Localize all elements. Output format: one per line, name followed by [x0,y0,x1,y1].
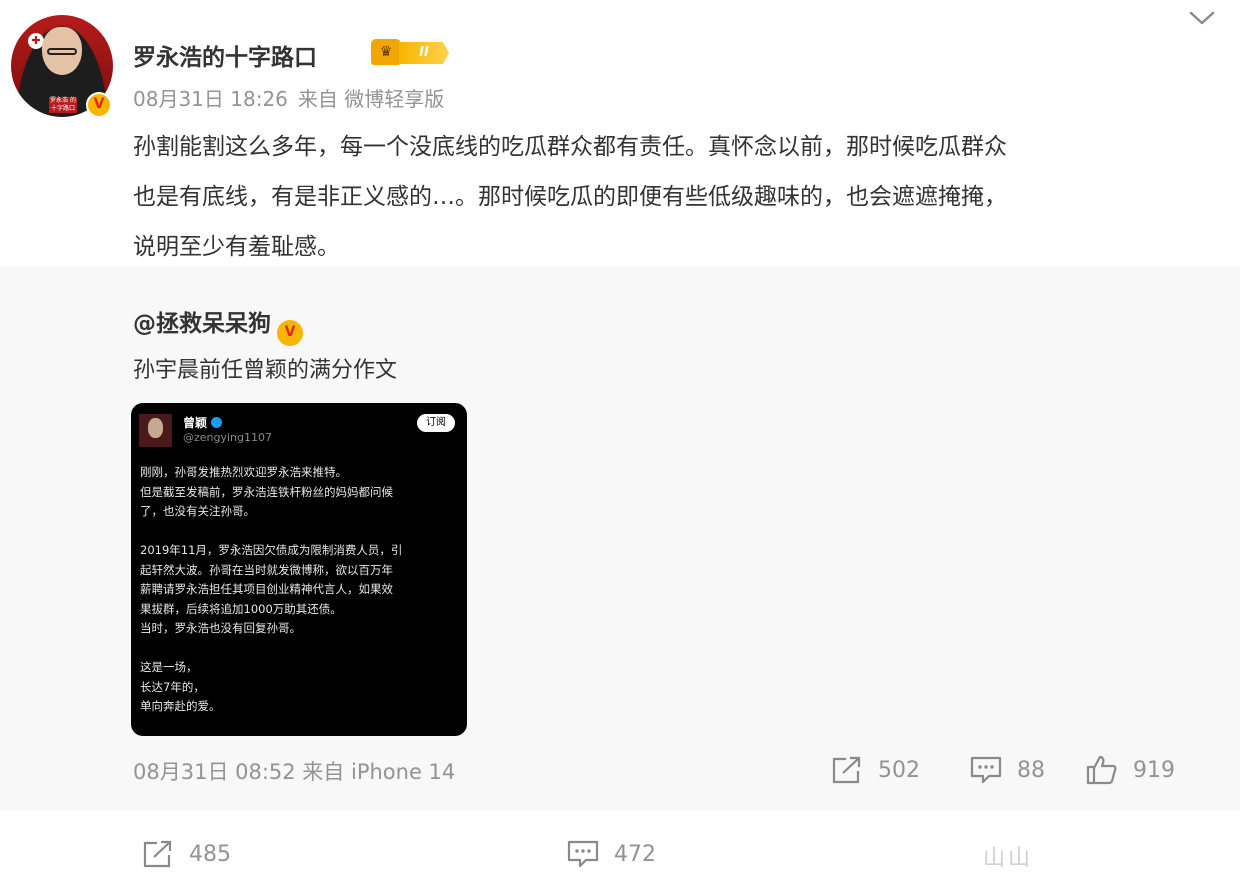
repost-count: 485 [189,841,231,867]
image-author-name: 曾颖 [183,414,223,431]
verified-v-icon: V [277,320,303,346]
retweet-like-count: 919 [1133,757,1175,783]
retweet-comment-button[interactable]: 88 [969,754,1045,786]
retweet-username[interactable]: @拯救呆呆狗 [133,311,271,337]
retweet-card[interactable]: @拯救呆呆狗 V 孙宇晨前任曾颖的满分作文 曾颖 @zengying1107 订阅… [0,266,1240,810]
image-subscribe-label: 订阅 [417,414,455,432]
retweet-time[interactable]: 08月31日 08:52 来自 iPhone 14 [133,756,455,786]
share-icon [143,840,172,868]
post-text: 孙割能割这么多年，每一个没底线的吃瓜群众都有责任。真怀念以前，那时候吃瓜群众 也… [133,122,1213,272]
repost-button[interactable]: 485 [141,838,231,870]
like-icon [1086,755,1117,785]
post-meta: 08月31日 18:26 来自 微博轻享版 [133,83,454,112]
retweet-username-row: @拯救呆呆狗 V [133,304,303,346]
avatar-caption: 罗永浩 的十字路口 [49,97,77,113]
avatar-glasses [47,48,77,55]
post-source: 来自 微博轻享版 [297,87,445,111]
like-button[interactable]: 山山 [983,840,1083,871]
weibo-post: ✚ 罗永浩 的十字路口 V 罗永浩的十字路口 ♛ II 08月31日 18:26… [0,0,1240,881]
share-icon [832,756,861,784]
member-level-badge[interactable]: ♛ II [371,39,451,67]
image-author-handle: @zengying1107 [183,431,273,444]
retweet-repost-count: 502 [878,757,920,783]
image-paragraph: 2019年11月，罗永浩因欠债成为限制消费人员，引 起轩然大波。孙哥在当时就发微… [140,543,403,635]
image-text-body: 刚刚，孙哥发推热烈欢迎罗永浩来推特。 但是截至发稿前，罗永浩连铁杆粉丝的妈妈都问… [140,463,460,736]
comment-button[interactable]: 472 [566,838,656,870]
post-text-line: 也是有底线，有是非正义感的…。那时候吃瓜的即便有些低级趣味的，也会遮遮掩掩， [133,184,1007,210]
comment-icon [567,840,599,868]
retweet-repost-button[interactable]: 502 [830,754,920,786]
verified-v-icon: V [86,92,112,118]
comment-count: 472 [614,841,656,867]
retweet-text: 孙宇晨前任曾颖的满分作文 [133,358,398,383]
image-paragraph: 刚刚，孙哥发推热烈欢迎罗永浩来推特。 但是截至发稿前，罗永浩连铁杆粉丝的妈妈都问… [140,465,393,518]
retweet-like-button[interactable]: 919 [1085,754,1175,786]
post-date[interactable]: 08月31日 18:26 [133,87,288,111]
retweet-comment-count: 88 [1017,757,1045,783]
username[interactable]: 罗永浩的十字路口 [133,38,317,72]
retweet-image[interactable]: 曾颖 @zengying1107 订阅 刚刚，孙哥发推热烈欢迎罗永浩来推特。 但… [131,403,467,736]
post-text-line: 说明至少有羞耻感。 [133,234,340,260]
image-avatar [139,414,172,447]
more-options-button[interactable] [1187,8,1223,32]
image-paragraph: 这是一场， 长达7年的， 单向奔赴的爱。 [140,660,221,713]
chevron-down-icon [1189,11,1215,25]
crown-icon: ♛ [371,39,401,65]
comment-icon [970,756,1002,784]
post-text-line: 孙割能割这么多年，每一个没底线的吃瓜群众都有责任。真怀念以前，那时候吃瓜群众 [133,134,1007,160]
verified-check-icon [211,417,223,428]
level-label: II [399,42,449,64]
